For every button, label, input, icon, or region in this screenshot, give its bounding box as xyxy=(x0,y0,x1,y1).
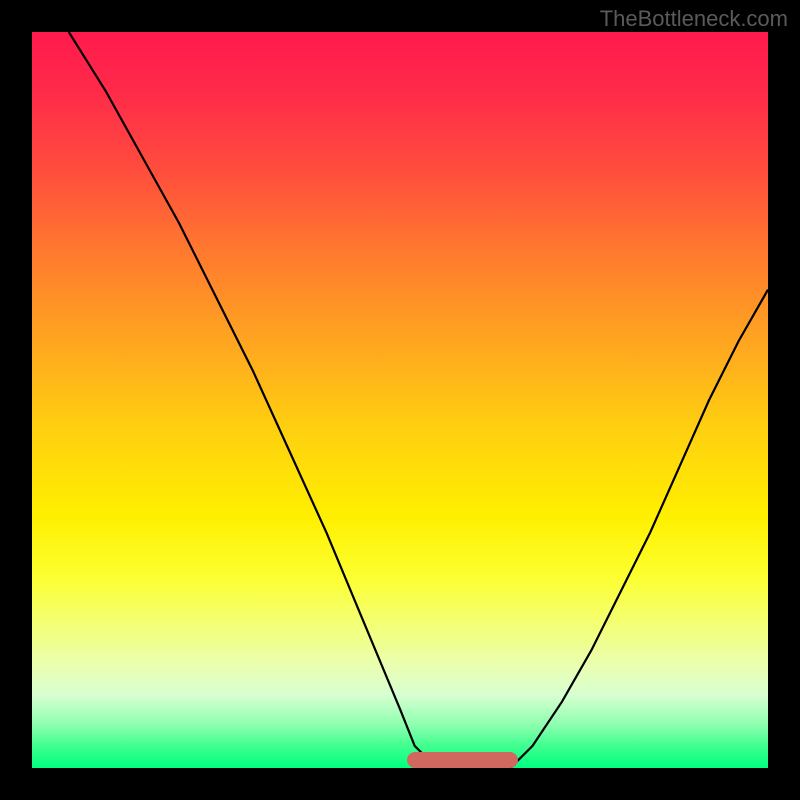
chart-plot-area xyxy=(32,32,768,768)
right-curve-line xyxy=(510,290,768,768)
watermark-text: TheBottleneck.com xyxy=(600,6,788,32)
left-curve-line xyxy=(69,32,437,768)
dip-marker xyxy=(407,752,517,768)
chart-curves-svg xyxy=(32,32,768,768)
